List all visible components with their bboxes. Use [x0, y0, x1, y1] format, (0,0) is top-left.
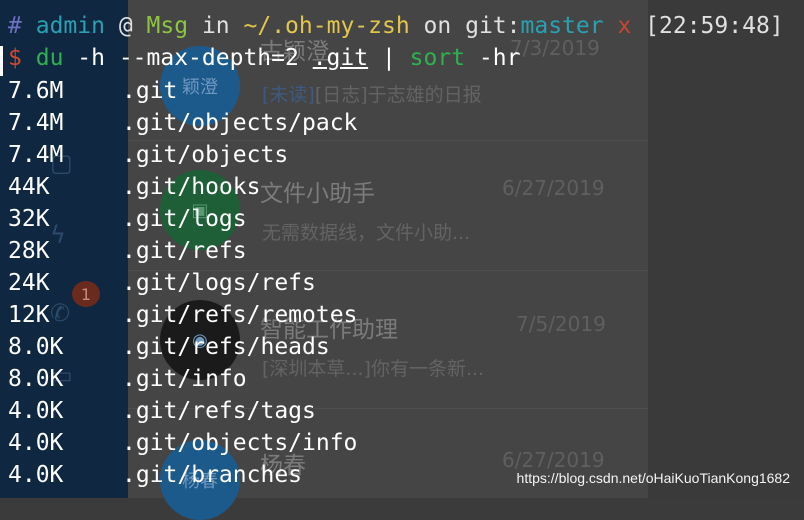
prompt-time: [22:59:48] [645, 13, 784, 39]
prompt-path: ~/.oh-my-zsh [243, 13, 410, 39]
command-name: du [35, 45, 64, 71]
output-path: .git/objects [122, 142, 289, 168]
line-marker [0, 46, 3, 76]
sort-command: sort [409, 45, 466, 71]
output-size: 12K [8, 302, 50, 328]
output-size: 24K [8, 270, 50, 296]
output-path: .git/refs/tags [122, 398, 316, 424]
output-path: .git/refs/heads [122, 334, 330, 360]
output-path: .git/hooks [122, 174, 261, 200]
command-target: .git [312, 45, 369, 71]
output-path: .git/refs/remotes [122, 302, 358, 328]
output-path: .git/branches [122, 462, 303, 488]
output-size: 7.4M [8, 142, 64, 168]
prompt-host: Msg [146, 13, 189, 39]
output-path: .git/logs [122, 206, 247, 232]
prompt-user: admin [35, 13, 105, 39]
output-size: 32K [8, 206, 50, 232]
output-size: 8.0K [8, 334, 64, 360]
git-branch: master [520, 13, 604, 39]
output-path: .git/refs [122, 238, 247, 264]
output-size: 8.0K [8, 366, 64, 392]
output-size: 7.4M [8, 110, 64, 136]
git-dirty-marker: x [617, 13, 632, 39]
output-size: 7.6M [8, 78, 64, 104]
watermark: https://blog.csdn.net/oHaiKuoTianKong168… [516, 470, 790, 486]
output-size: 44K [8, 174, 50, 200]
output-size: 4.0K [8, 430, 64, 456]
output-path: .git/objects/info [122, 430, 358, 456]
output-size: 28K [8, 238, 50, 264]
prompt-line: # admin @ Msg in ~/.oh-my-zsh on git:mas… [8, 13, 784, 39]
output-size: 4.0K [8, 398, 64, 424]
terminal-window[interactable]: # admin @ Msg in ~/.oh-my-zsh on git:mas… [0, 0, 804, 498]
output-path: .git/info [122, 366, 247, 392]
output-path: .git/objects/pack [122, 110, 358, 136]
output-path: .git/logs/refs [122, 270, 316, 296]
command-line[interactable]: $ du -h --max-depth=2 .git | sort -hr [8, 42, 520, 74]
output-size: 4.0K [8, 462, 64, 488]
output-path: .git [122, 78, 178, 104]
